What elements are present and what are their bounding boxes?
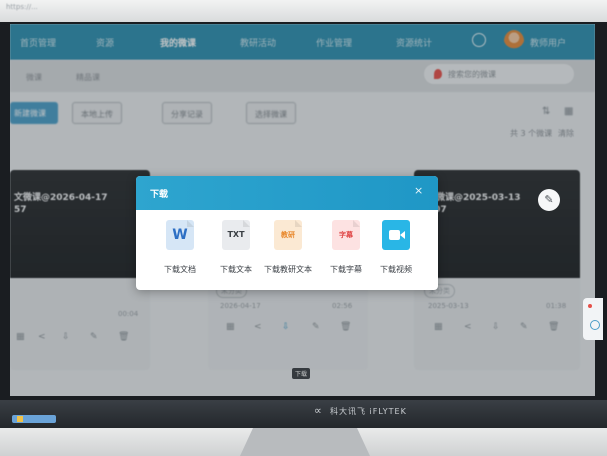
photo-browser-strip: https://... (0, 0, 607, 22)
dialog-header: 下载 × (136, 176, 438, 210)
research-doc-icon: 教研 (274, 220, 302, 250)
txt-file-icon: TXT (222, 220, 250, 250)
download-dialog: 下载 × W 下载文档 TXT 下载文本 教研 下载教研文本 字幕 下载字幕 下… (136, 176, 438, 290)
browser-url: https://... (6, 3, 38, 11)
subtitle-file-icon: 字幕 (332, 220, 360, 250)
side-float-widget[interactable] (583, 298, 603, 340)
dialog-title: 下载 (150, 190, 169, 200)
taskbar-app-dot-icon (17, 416, 23, 422)
video-camera-icon (382, 220, 410, 250)
download-video-button[interactable]: 下载视频 (368, 220, 424, 280)
close-icon[interactable]: × (414, 184, 423, 197)
monitor-chin (0, 400, 607, 428)
monitor-brand: 科大讯飞 iFLYTEK (330, 407, 407, 416)
iflytek-logo-icon: ∝ (314, 404, 322, 417)
notification-dot-icon (588, 304, 592, 308)
pencil-icon[interactable]: ✎ (538, 189, 560, 211)
monitor-stand (240, 428, 370, 456)
option-label: 下载视频 (380, 265, 412, 274)
download-doc-button[interactable]: W 下载文档 (152, 220, 208, 280)
download-research-text-button[interactable]: 教研 下载教研文本 (260, 220, 316, 280)
word-doc-icon: W (166, 220, 194, 250)
assistant-icon[interactable] (590, 320, 600, 330)
screen: 首页管理 资源 我的微课 教研活动 作业管理 资源统计 教师用户 微课 精品课 … (10, 24, 595, 396)
